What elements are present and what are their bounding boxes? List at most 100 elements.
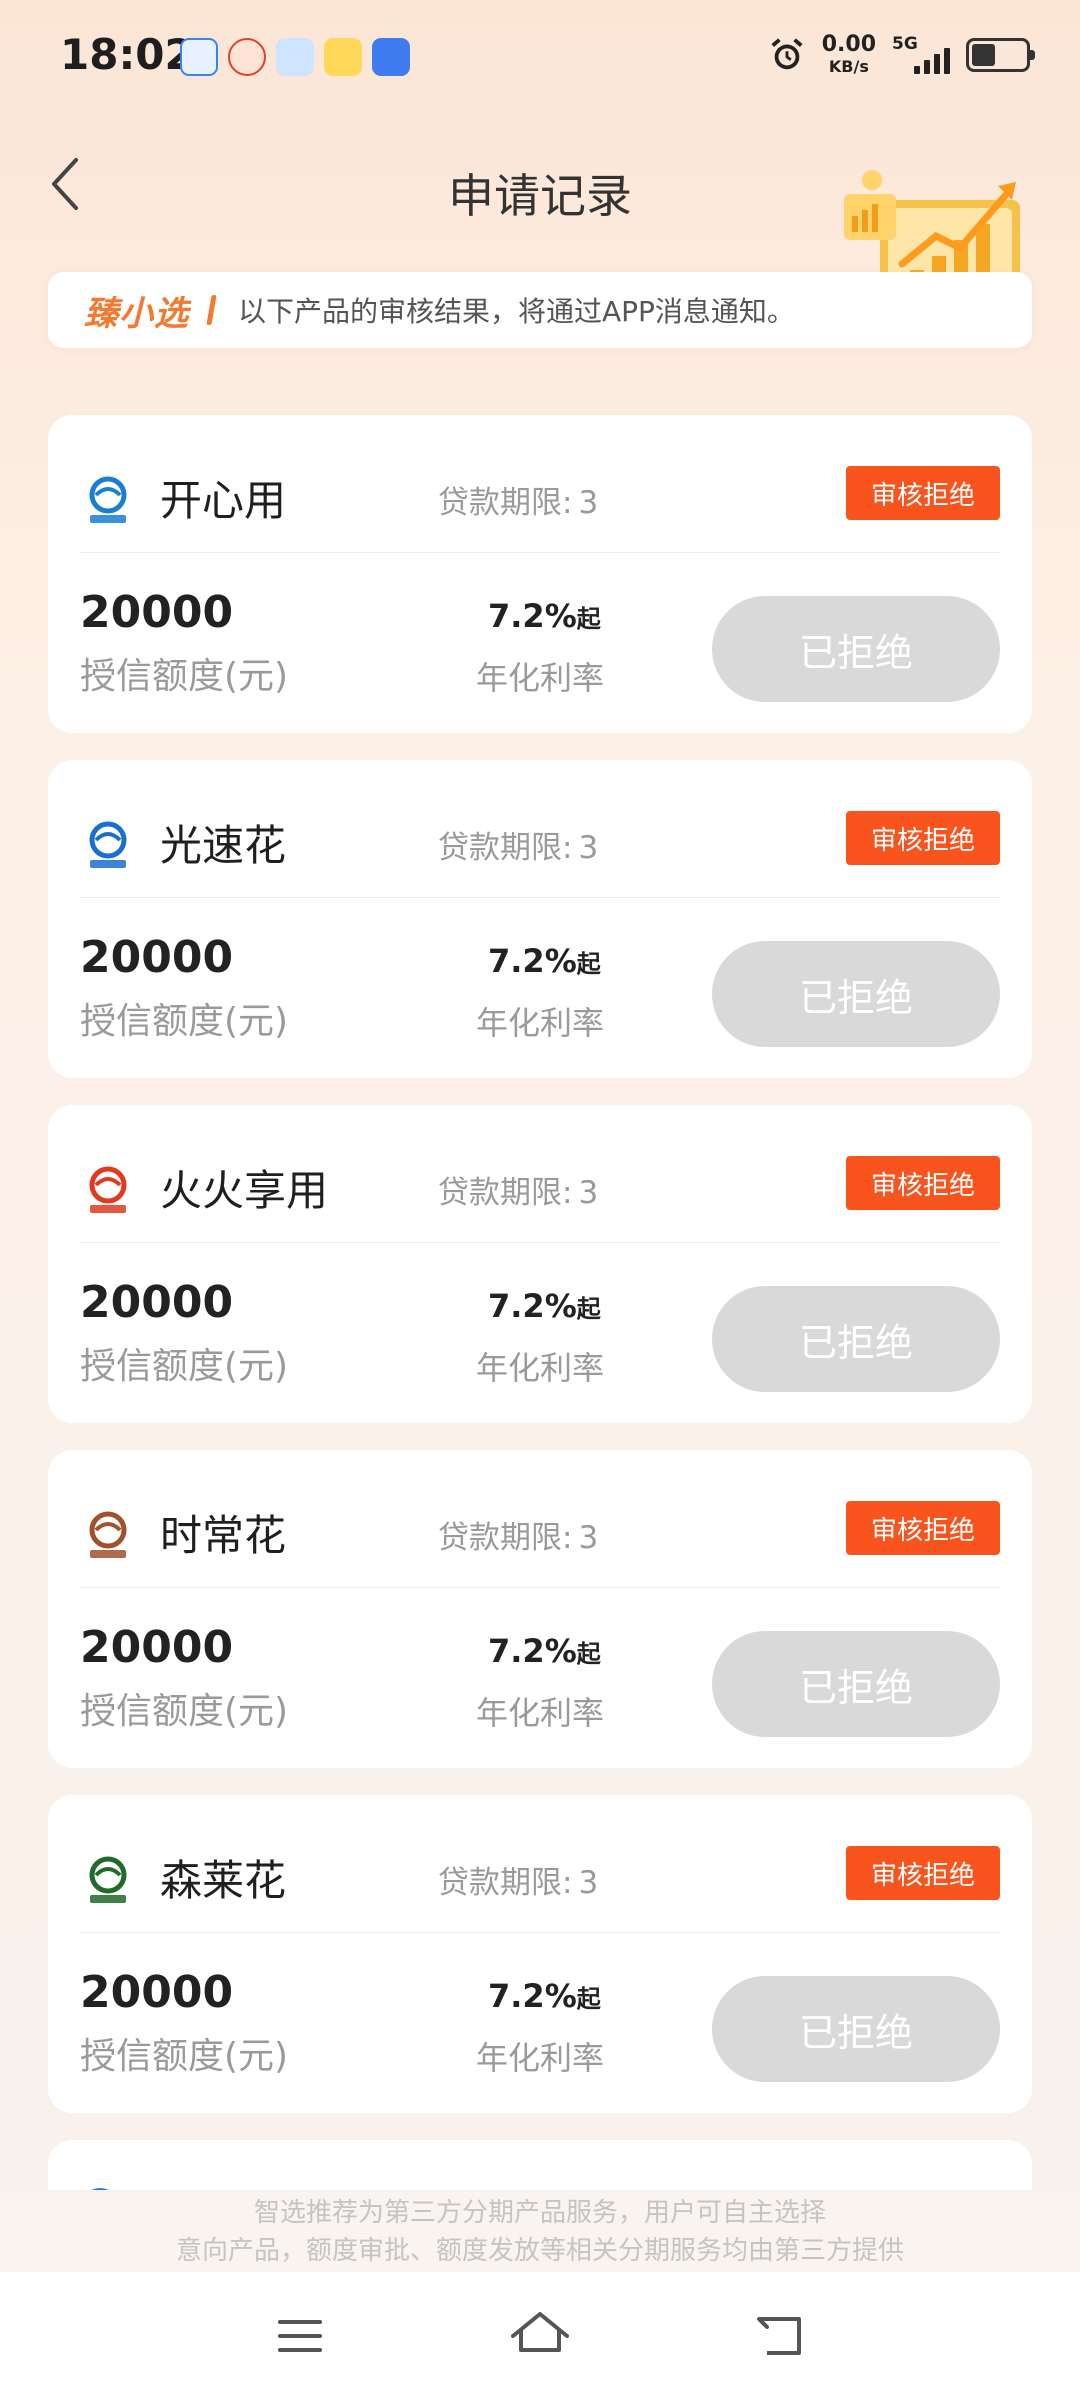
status-indicators: 0.00 KB/s 5G bbox=[768, 33, 1035, 75]
status-badge: 审核拒绝 bbox=[846, 466, 1000, 520]
annual-rate-value: 7.2% bbox=[488, 942, 577, 980]
app-notification-icon bbox=[180, 38, 218, 76]
annual-rate-suffix: 起 bbox=[576, 605, 601, 633]
rejected-button[interactable]: 已拒绝 bbox=[712, 1286, 1000, 1392]
loan-term-value: 3 bbox=[578, 830, 599, 866]
loan-term-label: 贷款期限: bbox=[438, 485, 573, 521]
loan-term-value: 3 bbox=[578, 485, 599, 521]
loan-term-label: 贷款期限: bbox=[438, 1865, 573, 1901]
rejected-button[interactable]: 已拒绝 bbox=[712, 941, 1000, 1047]
system-navigation-bar bbox=[0, 2272, 1080, 2400]
notice-text: 以下产品的审核结果，将通过APP消息通知。 bbox=[238, 295, 795, 328]
annual-rate-label: 年化利率 bbox=[476, 659, 605, 697]
back-button[interactable] bbox=[700, 2272, 860, 2400]
record-card[interactable]: 开心用 贷款期限: 3 审核拒绝 20000 授信额度(元) 7.2%起 年化利率… bbox=[48, 415, 1032, 733]
notice-banner: 臻小选 以下产品的审核结果，将通过APP消息通知。 bbox=[48, 272, 1032, 348]
credit-amount: 20000 bbox=[80, 587, 234, 638]
record-card[interactable]: 火火享用 贷款期限: 3 审核拒绝 20000 授信额度(元) 7.2%起 年化利… bbox=[48, 1105, 1032, 1423]
annual-rate: 7.2%起 bbox=[488, 1632, 601, 1670]
annual-rate: 7.2%起 bbox=[488, 1977, 601, 2015]
product-logo-icon bbox=[80, 1851, 136, 1907]
menu-button[interactable] bbox=[220, 2272, 380, 2400]
loan-term-label: 贷款期限: bbox=[438, 830, 573, 866]
credit-amount: 20000 bbox=[80, 1622, 234, 1673]
credit-amount-label: 授信额度(元) bbox=[80, 656, 289, 697]
home-button[interactable] bbox=[460, 2272, 620, 2400]
credit-amount-label: 授信额度(元) bbox=[80, 1346, 289, 1387]
product-logo-icon bbox=[80, 816, 136, 872]
app-notification-icon bbox=[324, 38, 362, 76]
status-bar: 18:02 0.00 KB/s 5G bbox=[0, 0, 1080, 118]
product-name: 森莱花 bbox=[160, 1856, 287, 1905]
status-badge: 审核拒绝 bbox=[846, 1501, 1000, 1555]
credit-amount: 20000 bbox=[80, 1967, 234, 2018]
loan-term: 贷款期限: 3 bbox=[438, 1512, 598, 1557]
battery-icon bbox=[966, 37, 1035, 72]
annual-rate-label: 年化利率 bbox=[476, 1694, 605, 1732]
loan-term-value: 3 bbox=[578, 1175, 599, 1211]
annual-rate-value: 7.2% bbox=[488, 1977, 577, 2015]
loan-term-label: 贷款期限: bbox=[438, 1175, 573, 1211]
home-icon bbox=[511, 2312, 569, 2352]
disclaimer-line-2: 意向产品，额度审批、额度发放等相关分期服务均由第三方提供 bbox=[175, 2236, 904, 2266]
record-card-partial[interactable] bbox=[48, 2140, 1032, 2190]
status-badge: 审核拒绝 bbox=[846, 811, 1000, 865]
annual-rate-suffix: 起 bbox=[576, 1985, 601, 2013]
disclaimer-line-1: 智选推荐为第三方分期产品服务，用户可自主选择 bbox=[253, 2198, 826, 2228]
product-logo-icon bbox=[80, 1161, 136, 1217]
card-divider bbox=[80, 897, 1000, 898]
loan-term-label: 贷款期限: bbox=[438, 1520, 573, 1556]
credit-amount-label: 授信额度(元) bbox=[80, 1691, 289, 1732]
credit-amount: 20000 bbox=[80, 1277, 234, 1328]
record-card[interactable]: 时常花 贷款期限: 3 审核拒绝 20000 授信额度(元) 7.2%起 年化利率… bbox=[48, 1450, 1032, 1768]
network-speed-value: 0.00 bbox=[821, 32, 876, 57]
product-logo-icon bbox=[80, 2188, 120, 2190]
alarm-icon bbox=[771, 37, 803, 69]
app-notification-icon bbox=[276, 38, 314, 76]
annual-rate-suffix: 起 bbox=[576, 1640, 601, 1668]
annual-rate: 7.2%起 bbox=[488, 1287, 601, 1325]
loan-term: 贷款期限: 3 bbox=[438, 1857, 598, 1902]
status-badge: 审核拒绝 bbox=[846, 1156, 1000, 1210]
record-card[interactable]: 森莱花 贷款期限: 3 审核拒绝 20000 授信额度(元) 7.2%起 年化利率… bbox=[48, 1795, 1032, 2113]
product-name: 开心用 bbox=[160, 476, 287, 525]
product-logo-icon bbox=[80, 1506, 136, 1562]
annual-rate-value: 7.2% bbox=[488, 1287, 577, 1325]
annual-rate-value: 7.2% bbox=[488, 1632, 577, 1670]
credit-amount: 20000 bbox=[80, 932, 234, 983]
menu-icon bbox=[278, 2320, 322, 2352]
card-divider bbox=[80, 552, 1000, 553]
credit-amount-label: 授信额度(元) bbox=[80, 2036, 289, 2077]
network-type: 5G bbox=[892, 33, 918, 54]
brand-divider bbox=[206, 295, 217, 325]
network-speed-unit: KB/s bbox=[828, 57, 869, 76]
status-time: 18:02 bbox=[60, 30, 194, 79]
rejected-button[interactable]: 已拒绝 bbox=[712, 1631, 1000, 1737]
brand-logo: 臻小选 bbox=[84, 293, 189, 334]
annual-rate: 7.2%起 bbox=[488, 597, 601, 635]
disclaimer: 智选推荐为第三方分期产品服务，用户可自主选择 意向产品，额度审批、额度发放等相关… bbox=[0, 2192, 1080, 2272]
annual-rate-label: 年化利率 bbox=[476, 2039, 605, 2077]
rejected-button[interactable]: 已拒绝 bbox=[712, 596, 1000, 702]
annual-rate-value: 7.2% bbox=[488, 597, 577, 635]
annual-rate: 7.2%起 bbox=[488, 942, 601, 980]
app-notification-icon bbox=[372, 38, 410, 76]
loan-term: 贷款期限: 3 bbox=[438, 822, 598, 867]
product-name: 光速花 bbox=[160, 821, 287, 870]
network-speed: 0.00 KB/s bbox=[822, 34, 876, 75]
loan-term: 贷款期限: 3 bbox=[438, 477, 598, 522]
back-icon bbox=[757, 2317, 801, 2355]
loan-term-value: 3 bbox=[578, 1865, 599, 1901]
product-logo-icon bbox=[80, 471, 136, 527]
record-card[interactable]: 光速花 贷款期限: 3 审核拒绝 20000 授信额度(元) 7.2%起 年化利率… bbox=[48, 760, 1032, 1078]
application-record-list: 开心用 贷款期限: 3 审核拒绝 20000 授信额度(元) 7.2%起 年化利率… bbox=[48, 415, 1032, 2190]
signal-icon: 5G bbox=[892, 33, 950, 74]
app-notification-icon bbox=[228, 38, 266, 76]
rejected-button[interactable]: 已拒绝 bbox=[712, 1976, 1000, 2082]
annual-rate-label: 年化利率 bbox=[476, 1004, 605, 1042]
loan-term: 贷款期限: 3 bbox=[438, 1167, 598, 1212]
annual-rate-label: 年化利率 bbox=[476, 1349, 605, 1387]
annual-rate-suffix: 起 bbox=[576, 950, 601, 978]
status-badge: 审核拒绝 bbox=[846, 1846, 1000, 1900]
credit-amount-label: 授信额度(元) bbox=[80, 1001, 289, 1042]
